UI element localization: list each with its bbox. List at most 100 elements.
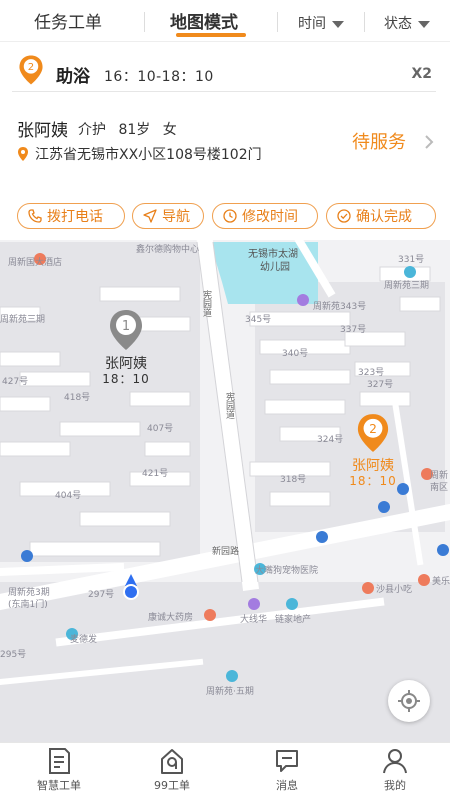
client-name: 张阿姨 [17, 121, 68, 141]
map-label-building: 327号 [367, 380, 394, 390]
map-label-road: 新园路 [212, 547, 240, 557]
tab-task-orders[interactable]: 任务工单 [34, 8, 102, 33]
marker-number: 2 [369, 422, 377, 436]
map-label-building: 295号 [0, 650, 27, 660]
map-label-building: 324号 [317, 435, 344, 445]
tab-map-mode[interactable]: 地图模式 [170, 8, 238, 33]
nav-messages[interactable]: 消息 [247, 747, 327, 793]
active-tab-indicator [176, 33, 246, 37]
map-label-building: 297号 [88, 590, 115, 600]
map-label-poi: 周新国大酒店 [8, 258, 63, 268]
navigation-icon [143, 209, 157, 223]
service-name: 助浴 [56, 67, 90, 87]
map-label-poi: 鑫尔德购物中心 [136, 245, 200, 255]
client-info: 介护 81岁 女 [78, 119, 185, 139]
map-label-building: 407号 [147, 424, 174, 434]
service-count: X2 [411, 66, 432, 82]
confirm-complete-button[interactable]: 确认完成 [326, 203, 436, 229]
change-time-label: 修改时间 [242, 209, 298, 225]
map-label-poi: 美乐乐 [432, 577, 450, 587]
map-label-building: 427号 [2, 377, 29, 387]
time-filter-dropdown[interactable]: 时间 [298, 13, 344, 33]
nav-label: 智慧工单 [37, 779, 81, 792]
user-icon [383, 749, 407, 774]
navigate-button[interactable]: 导航 [132, 203, 204, 229]
map-label-poi: 康诚大药房 [148, 613, 194, 623]
map-label-poi: 南区 [430, 483, 449, 493]
divider [364, 12, 365, 32]
map-label-poi: 幼儿园 [260, 262, 290, 273]
map-marker-2[interactable]: 2 张阿姨 18：10 [343, 412, 403, 488]
nav-99-orders[interactable]: 99工单 [132, 747, 212, 793]
map-label-building: 337号 [340, 325, 367, 335]
map-label-poi: 沙县小吃 [376, 585, 413, 595]
map-pin-icon: 1 [110, 310, 142, 350]
chevron-right-icon[interactable] [424, 134, 434, 150]
order-card[interactable]: 2 助浴 16：10-18：10 X2 张阿姨 介护 81岁 女 江苏省无锡市X… [0, 42, 450, 240]
call-label: 拨打电话 [47, 209, 103, 225]
map-label-poi: 麦德发 [70, 635, 98, 645]
map-label-building: 345号 [245, 315, 272, 325]
map-label-building: 404号 [55, 491, 82, 501]
confirm-complete-label: 确认完成 [356, 209, 412, 225]
nav-label: 99工单 [154, 779, 190, 792]
nav-smart-orders[interactable]: 智慧工单 [19, 747, 99, 793]
marker-time: 18：10 [102, 372, 150, 386]
crosshair-icon [398, 690, 420, 712]
order-number-pin-icon: 2 [19, 55, 43, 85]
map-marker-1[interactable]: 1 张阿姨 18：10 [96, 308, 156, 386]
nav-mine[interactable]: 我的 [355, 747, 435, 793]
service-row: 2 助浴 16：10-18：10 X2 [12, 52, 436, 92]
map-label-building: 323号 [358, 368, 385, 378]
clock-icon [223, 209, 237, 223]
location-pin-icon [18, 147, 28, 161]
map-label-building: 418号 [64, 393, 91, 403]
locate-me-button[interactable] [388, 680, 430, 722]
map-label-poi: 大嘴狗宠物医院 [255, 566, 319, 576]
caret-down-icon [418, 20, 430, 28]
marker-number: 1 [122, 319, 130, 334]
marker-name: 张阿姨 [105, 356, 147, 372]
marker-time: 18：10 [349, 474, 397, 488]
map-label-poi: 周新苑343号 [313, 302, 367, 312]
marker-name: 张阿姨 [352, 458, 394, 474]
message-icon [276, 750, 298, 772]
top-tab-bar: 任务工单 地图模式 时间 状态 [0, 0, 450, 42]
time-filter-label: 时间 [298, 16, 326, 32]
client-gender: 女 [162, 122, 177, 138]
nav-label: 消息 [276, 779, 298, 792]
map-label-road: 宪园道 [224, 392, 234, 419]
map-label-poi: 周新苑三期 [384, 281, 430, 291]
home-nine-icon [161, 749, 183, 774]
nav-label: 我的 [384, 779, 406, 792]
divider [144, 12, 145, 32]
status-filter-label: 状态 [384, 16, 412, 32]
map-label-building: 318号 [280, 475, 307, 485]
map-label-road: 宪园道 [201, 290, 211, 317]
current-location-icon [123, 574, 139, 600]
phone-icon [28, 209, 42, 223]
caret-down-icon [332, 20, 344, 28]
status-filter-dropdown[interactable]: 状态 [384, 13, 430, 33]
divider [277, 12, 278, 32]
client-role: 介护 [78, 122, 106, 138]
check-circle-icon [337, 209, 351, 223]
order-number: 2 [28, 62, 34, 73]
map-label-poi: 周新苑三期 [0, 315, 46, 325]
address-row: 江苏省无锡市XX小区108号楼102门 [17, 144, 262, 164]
map-pin-icon: 2 [357, 414, 389, 452]
client-age: 81岁 [118, 122, 151, 138]
bottom-navigation: 智慧工单 99工单 消息 我的 [0, 742, 450, 800]
map-label-poi: 周新苑·五期 [206, 687, 254, 697]
map-label-poi: 链家地产 [275, 615, 312, 625]
order-status[interactable]: 待服务 [352, 128, 406, 154]
map-label-poi: (东南1门) [8, 600, 48, 610]
change-time-button[interactable]: 修改时间 [212, 203, 318, 229]
navigate-label: 导航 [162, 209, 190, 225]
service-time: 16：10-18：10 [104, 69, 214, 85]
call-button[interactable]: 拨打电话 [17, 203, 125, 229]
map-label-building: 331号 [398, 255, 425, 265]
map-label-building: 421号 [142, 469, 169, 479]
document-icon [49, 748, 70, 774]
map-label-poi: 大线华 [240, 615, 268, 625]
